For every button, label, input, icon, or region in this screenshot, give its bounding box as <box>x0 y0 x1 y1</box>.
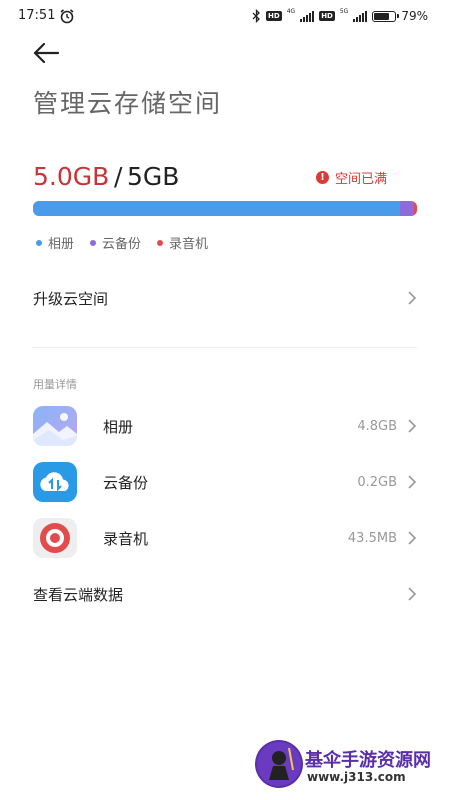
app-name: 录音机 <box>103 529 149 548</box>
view-cloud-data-label: 查看云端数据 <box>33 585 124 604</box>
watermark-url: www.j313.com <box>307 770 406 784</box>
app-row-album[interactable]: 相册 4.8GB <box>33 404 417 448</box>
storage-full-label: 空间已满 <box>334 172 387 187</box>
legend-label: 云备份 <box>102 237 142 252</box>
storage-separator: / <box>114 162 123 191</box>
watermark-logo-icon <box>255 740 303 788</box>
storage-full-warning: ! 空间已满 <box>315 168 387 187</box>
page-title: 管理云存储空间 <box>33 89 223 118</box>
app-size: 43.5MB <box>347 530 397 546</box>
battery-percent: 79% <box>401 9 428 23</box>
status-icons: HD 4G HD 5G 79% <box>252 8 428 24</box>
legend-label: 相册 <box>48 237 75 252</box>
hd-badge: HD <box>266 11 282 21</box>
app-size: 4.8GB <box>357 418 397 434</box>
bluetooth-icon <box>252 9 260 23</box>
legend-item: 云备份 <box>90 233 141 252</box>
watermark: 基伞手游资源网 www.j313.com <box>255 740 443 792</box>
divider <box>33 347 417 348</box>
usage-segment-1 <box>399 201 415 216</box>
chevron-right-icon <box>408 291 417 305</box>
chevron-right-icon <box>408 419 417 433</box>
usage-details-header: 用量详情 <box>33 378 77 391</box>
upgrade-cloud-space-row[interactable]: 升级云空间 <box>33 278 417 318</box>
chevron-right-icon <box>408 475 417 489</box>
view-cloud-data-row[interactable]: 查看云端数据 <box>33 574 417 614</box>
signal-icon <box>300 10 315 22</box>
app-size: 0.2GB <box>357 474 397 490</box>
signal-icon-2 <box>353 10 368 22</box>
app-row-recorder[interactable]: 录音机 43.5MB <box>33 516 417 560</box>
legend-dot-icon <box>157 239 164 246</box>
battery-icon <box>372 10 400 22</box>
app-name: 相册 <box>103 417 134 436</box>
watermark-title: 基伞手游资源网 <box>305 750 431 771</box>
storage-usage-bar <box>33 201 417 216</box>
hd-badge-2: HD <box>319 11 335 21</box>
legend-dot-icon <box>90 239 97 246</box>
battery-fill <box>374 12 390 20</box>
storage-total: 5GB <box>127 162 180 191</box>
usage-segment-0 <box>33 201 400 216</box>
legend-item: 录音机 <box>157 233 208 252</box>
storage-used: 5.0GB <box>33 162 110 191</box>
usage-segment-2 <box>414 201 417 216</box>
status-bar: 17:51 HD 4G HD 5G 79% <box>0 0 450 32</box>
network-5g-label: 5G <box>339 7 349 15</box>
chevron-right-icon <box>408 531 417 545</box>
warning-icon: ! <box>315 171 329 184</box>
app-name: 云备份 <box>103 473 149 492</box>
app-row-cloud-backup[interactable]: 云备份 0.2GB <box>33 460 417 504</box>
status-time: 17:51 <box>18 8 56 23</box>
legend-label: 录音机 <box>169 237 209 252</box>
cloud-backup-icon <box>33 462 77 502</box>
legend-dot-icon <box>36 239 42 246</box>
usage-legend: 相册 云备份 录音机 <box>36 233 208 252</box>
network-4g-label: 4G <box>286 7 296 15</box>
back-button[interactable] <box>30 40 62 66</box>
album-icon <box>33 406 77 446</box>
chevron-right-icon <box>408 587 417 601</box>
legend-item: 相册 <box>36 233 74 252</box>
upgrade-cloud-space-label: 升级云空间 <box>33 289 109 308</box>
alarm-icon <box>60 9 74 24</box>
recorder-icon <box>33 518 77 558</box>
